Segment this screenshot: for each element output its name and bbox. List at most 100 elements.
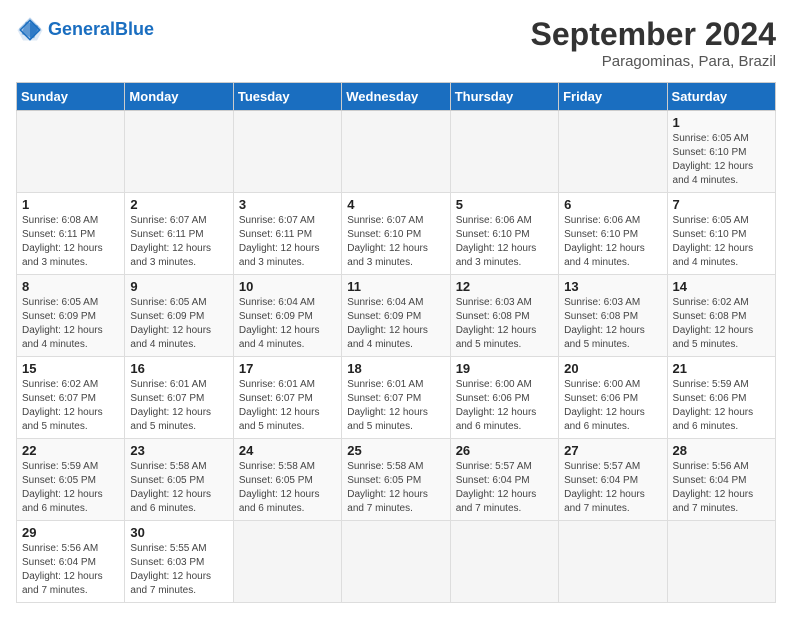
day-number: 9	[130, 279, 227, 294]
calendar-cell	[125, 111, 233, 193]
sunset-text: Sunset: 6:11 PM	[22, 229, 95, 240]
calendar-week-row: 15Sunrise: 6:02 AMSunset: 6:07 PMDayligh…	[17, 357, 776, 439]
day-number: 21	[673, 361, 770, 376]
daylight-text: Daylight: 12 hours and 7 minutes.	[130, 571, 211, 596]
cell-details: Sunrise: 6:05 AMSunset: 6:09 PMDaylight:…	[130, 296, 227, 352]
sunset-text: Sunset: 6:10 PM	[456, 229, 530, 240]
sunset-text: Sunset: 6:04 PM	[456, 475, 530, 486]
cell-details: Sunrise: 6:04 AMSunset: 6:09 PMDaylight:…	[239, 296, 336, 352]
calendar-cell: 6Sunrise: 6:06 AMSunset: 6:10 PMDaylight…	[559, 193, 667, 275]
cell-details: Sunrise: 6:01 AMSunset: 6:07 PMDaylight:…	[347, 378, 444, 434]
sunset-text: Sunset: 6:04 PM	[564, 475, 638, 486]
sunset-text: Sunset: 6:09 PM	[347, 311, 421, 322]
sunset-text: Sunset: 6:11 PM	[130, 229, 203, 240]
sunset-text: Sunset: 6:10 PM	[673, 147, 747, 158]
sunrise-text: Sunrise: 6:05 AM	[673, 215, 749, 226]
day-number: 4	[347, 197, 444, 212]
calendar-cell: 30Sunrise: 5:55 AMSunset: 6:03 PMDayligh…	[125, 521, 233, 603]
logo-text: GeneralBlue	[48, 20, 154, 40]
sunrise-text: Sunrise: 5:58 AM	[239, 461, 315, 472]
header-day: Friday	[559, 83, 667, 111]
day-number: 14	[673, 279, 770, 294]
day-number: 28	[673, 443, 770, 458]
cell-details: Sunrise: 6:05 AMSunset: 6:10 PMDaylight:…	[673, 214, 770, 270]
sunrise-text: Sunrise: 5:59 AM	[673, 379, 749, 390]
cell-details: Sunrise: 6:01 AM Sunset: 6:07 PM Daylight:…	[239, 378, 336, 434]
calendar-cell	[667, 521, 775, 603]
sunrise-text: Sunrise: 6:07 AM	[239, 215, 315, 226]
calendar-cell: 19Sunrise: 6:00 AMSunset: 6:06 PMDayligh…	[450, 357, 558, 439]
cell-details: Sunrise: 5:58 AMSunset: 6:05 PMDaylight:…	[239, 460, 336, 516]
sunrise-text: Sunrise: 5:58 AM	[347, 461, 423, 472]
day-number: 18	[347, 361, 444, 376]
daylight-text: Daylight: 12 hours and 3 minutes.	[347, 243, 428, 268]
sunrise-text: Sunrise: 5:59 AM	[22, 461, 98, 472]
sunrise-text: Sunrise: 6:05 AM	[22, 297, 98, 308]
sunrise-text: Sunrise: 6:00 AM	[564, 379, 640, 390]
daylight-text: Daylight: 12 hours and 5 minutes.	[130, 407, 211, 432]
day-number: 10	[239, 279, 336, 294]
day-number: 5	[456, 197, 553, 212]
daylight-text: Daylight: 12 hours and 3 minutes.	[239, 243, 320, 268]
daylight-text: Daylight: 12 hours and 5 minutes.	[22, 407, 103, 432]
cell-details: Sunrise: 6:05 AMSunset: 6:09 PMDaylight:…	[22, 296, 119, 352]
sunrise-text: Sunrise: 5:55 AM	[130, 543, 206, 554]
logo-general: General	[48, 19, 115, 39]
header-day: Tuesday	[233, 83, 341, 111]
sunset-text: Sunset: 6:10 PM	[564, 229, 638, 240]
calendar-week-row: 22Sunrise: 5:59 AMSunset: 6:05 PMDayligh…	[17, 439, 776, 521]
sunset-text: Sunset: 6:07 PM	[22, 393, 96, 404]
day-number: 17	[239, 361, 336, 376]
sunrise-text: Sunrise: 6:05 AM	[673, 133, 749, 144]
daylight-text: Daylight: 12 hours and 4 minutes.	[564, 243, 645, 268]
sunset-text: Sunset: 6:05 PM	[130, 475, 204, 486]
cell-details: Sunrise: 6:04 AMSunset: 6:09 PMDaylight:…	[347, 296, 444, 352]
calendar-week-row: 29Sunrise: 5:56 AMSunset: 6:04 PMDayligh…	[17, 521, 776, 603]
sunset-text: Sunset: 6:07 PM	[239, 393, 313, 404]
daylight-text: Daylight: 12 hours and 7 minutes.	[456, 489, 537, 514]
sunrise-text: Sunrise: 6:04 AM	[347, 297, 423, 308]
day-number: 23	[130, 443, 227, 458]
logo-icon	[16, 16, 44, 44]
calendar-cell: 22Sunrise: 5:59 AMSunset: 6:05 PMDayligh…	[17, 439, 125, 521]
calendar-cell: 21Sunrise: 5:59 AMSunset: 6:06 PMDayligh…	[667, 357, 775, 439]
page-header: GeneralBlue September 2024 Paragominas, …	[16, 16, 776, 70]
daylight-text: Daylight: 12 hours and 7 minutes.	[347, 489, 428, 514]
calendar-cell: 3Sunrise: 6:07 AMSunset: 6:11 PMDaylight…	[233, 193, 341, 275]
sunset-text: Sunset: 6:04 PM	[22, 557, 96, 568]
daylight-text: Daylight: 12 hours and 4 minutes.	[673, 243, 754, 268]
daylight-text: Daylight: 12 hours and 6 minutes.	[673, 407, 754, 432]
calendar-cell	[342, 521, 450, 603]
sunrise-text: Sunrise: 6:04 AM	[239, 297, 315, 308]
daylight-text: Daylight: 12 hours and 6 minutes.	[130, 489, 211, 514]
sunrise-text: Sunrise: 6:01 AM	[239, 379, 315, 390]
logo: GeneralBlue	[16, 16, 154, 44]
sunset-text: Sunset: 6:11 PM	[239, 229, 312, 240]
daylight-text: Daylight: 12 hours and 7 minutes.	[673, 489, 754, 514]
title-block: September 2024 Paragominas, Para, Brazil	[531, 16, 776, 70]
calendar-cell: 28 Sunrise: 5:56 AMSunset: 6:04 PMDayligh…	[667, 439, 775, 521]
day-number: 7	[673, 197, 770, 212]
cell-details: Sunrise: 6:01 AMSunset: 6:07 PMDaylight:…	[130, 378, 227, 434]
day-number: 24	[239, 443, 336, 458]
sunset-text: Sunset: 6:07 PM	[347, 393, 421, 404]
calendar-cell: 24 Sunrise: 5:58 AMSunset: 6:05 PMDayligh…	[233, 439, 341, 521]
sunset-text: Sunset: 6:04 PM	[673, 475, 747, 486]
cell-details: Sunrise: 6:02 AMSunset: 6:07 PMDaylight:…	[22, 378, 119, 434]
calendar-cell: 27Sunrise: 5:57 AMSunset: 6:04 PMDayligh…	[559, 439, 667, 521]
sunset-text: Sunset: 6:07 PM	[130, 393, 204, 404]
sunset-text: Sunset: 6:05 PM	[22, 475, 96, 486]
calendar-cell: 14 Sunrise: 6:02 AMSunset: 6:08 PMDayligh…	[667, 275, 775, 357]
sunset-text: Sunset: 6:06 PM	[564, 393, 638, 404]
daylight-text: Daylight: 12 hours and 6 minutes.	[564, 407, 645, 432]
day-number: 6	[564, 197, 661, 212]
calendar-cell: 11Sunrise: 6:04 AMSunset: 6:09 PMDayligh…	[342, 275, 450, 357]
daylight-text: Daylight: 12 hours and 5 minutes.	[239, 407, 320, 432]
cell-details: Sunrise: 6:02 AMSunset: 6:08 PMDaylight:…	[673, 296, 770, 352]
calendar-cell	[233, 111, 341, 193]
calendar-cell: 23Sunrise: 5:58 AMSunset: 6:05 PMDayligh…	[125, 439, 233, 521]
day-number: 2	[130, 197, 227, 212]
day-number: 8	[22, 279, 119, 294]
sunrise-text: Sunrise: 6:01 AM	[347, 379, 423, 390]
cell-details: Sunrise: 5:56 AMSunset: 6:04 PMDaylight:…	[673, 460, 770, 516]
